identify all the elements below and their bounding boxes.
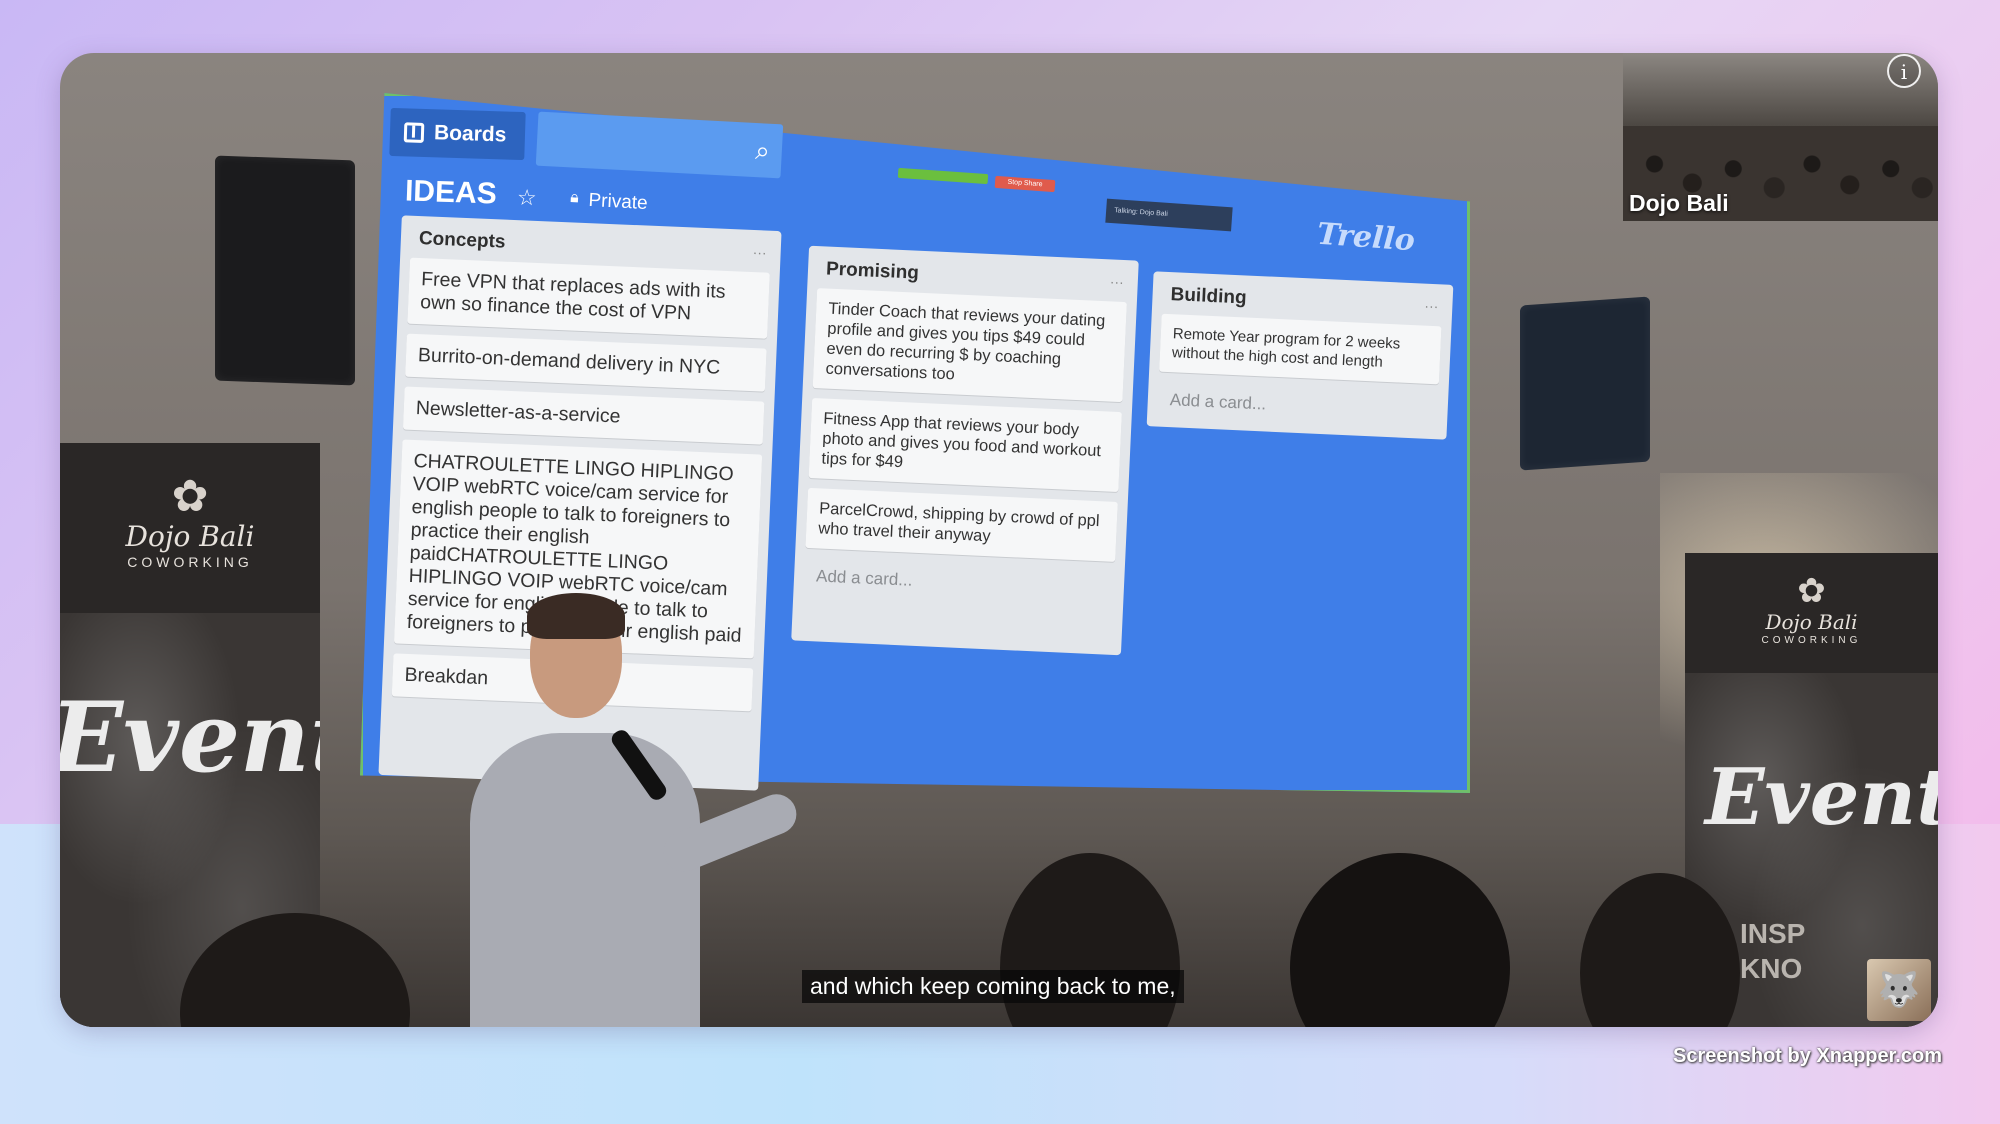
add-card-link[interactable]: Add a card...	[803, 558, 1114, 608]
banner-sub: COWORKING	[1761, 635, 1862, 646]
list-title: Building	[1170, 284, 1248, 309]
right-speaker	[1520, 296, 1650, 471]
list-promising: Promising ··· Tinder Coach that reviews …	[791, 245, 1139, 656]
list-building: Building ··· Remote Year program for 2 w…	[1146, 271, 1454, 440]
channel-avatar-icon[interactable]: 🐺	[1867, 959, 1931, 1021]
card[interactable]: Tinder Coach that reviews your dating pr…	[812, 288, 1127, 403]
add-card-link[interactable]: Add a card...	[1157, 382, 1438, 431]
banner-word: KNO	[1740, 953, 1803, 984]
banner-events: Events	[1705, 752, 1938, 843]
watermark: Screenshot by Xnapper.com	[1673, 1045, 1942, 1067]
visibility-toggle[interactable]: 🔒︎ Private	[569, 189, 648, 215]
info-icon[interactable]: i	[1887, 54, 1921, 88]
list-title: Concepts	[418, 228, 506, 253]
list-title: Promising	[825, 258, 920, 284]
board-icon	[403, 122, 425, 143]
banner-brand: Dojo Bali	[1765, 610, 1858, 634]
left-speaker	[215, 155, 355, 386]
card[interactable]: Burrito-on-demand delivery in NYC	[405, 333, 767, 392]
card[interactable]: Newsletter-as-a-service	[402, 386, 765, 445]
camera-label: Dojo Bali	[1629, 190, 1729, 216]
card[interactable]: Fitness App that reviews your body photo…	[808, 398, 1122, 492]
card[interactable]: ParcelCrowd, shipping by crowd of ppl wh…	[805, 487, 1118, 562]
list-menu-icon[interactable]: ···	[752, 244, 767, 261]
subtitle-caption: and which keep coming back to me,	[802, 970, 1184, 1003]
lock-icon: 🔒︎	[569, 188, 580, 207]
search-icon: ⌕	[754, 135, 771, 166]
list-menu-icon[interactable]: ···	[1424, 298, 1439, 315]
presenter-body	[470, 733, 700, 1027]
boards-button[interactable]: Boards	[389, 107, 526, 161]
visibility-label: Private	[588, 189, 649, 215]
card[interactable]: Free VPN that replaces ads with its own …	[407, 257, 770, 339]
card[interactable]: Remote Year program for 2 weeks without …	[1159, 313, 1442, 385]
banner-word: INSP	[1740, 918, 1806, 949]
board-title: IDEAS	[404, 174, 498, 211]
star-icon[interactable]: ☆	[517, 185, 538, 212]
flower-logo-icon: ✿	[171, 472, 209, 521]
trello-logo: Trello	[1315, 216, 1416, 259]
banner-sub: COWORKING	[127, 554, 253, 570]
banner-events: Events	[60, 681, 320, 794]
boards-label: Boards	[433, 121, 507, 147]
banner-brand: Dojo Bali	[125, 520, 255, 553]
presenter-hair	[527, 593, 625, 639]
list-menu-icon[interactable]: ···	[1109, 273, 1124, 290]
audience-head	[1290, 853, 1510, 1027]
flower-logo-icon: ✿	[1797, 572, 1826, 610]
video-player[interactable]: ✿ Dojo Bali COWORKING Events ✿ Dojo Bali…	[60, 53, 1938, 1027]
